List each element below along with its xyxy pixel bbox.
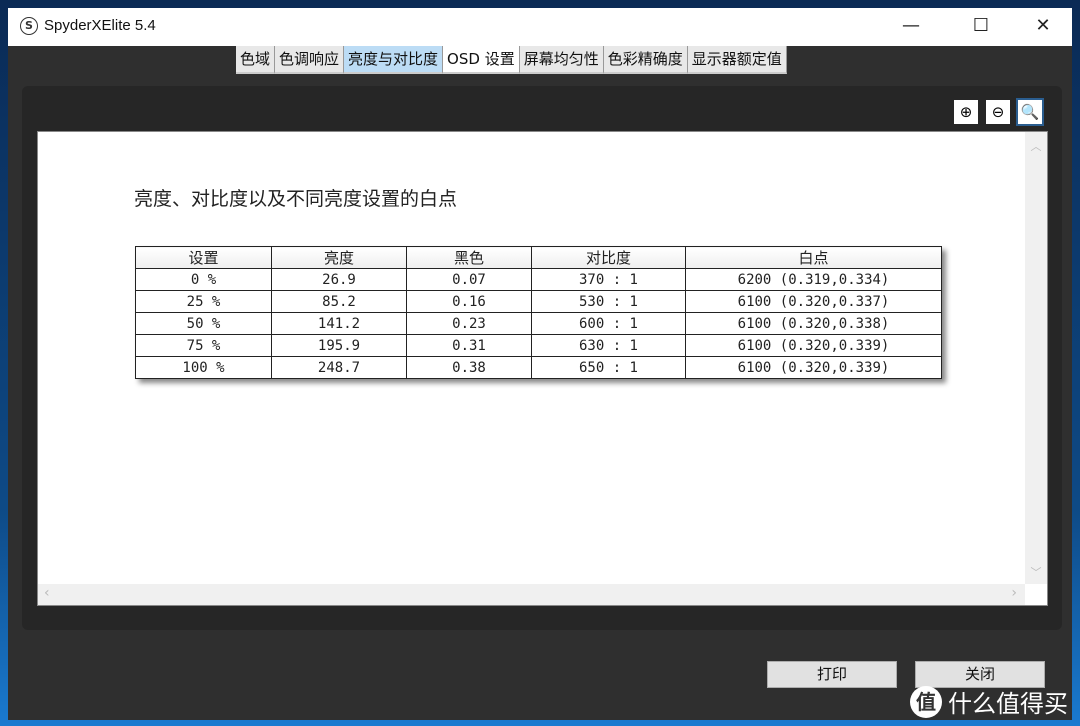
tab-color-accuracy[interactable]: 色彩精确度 (603, 46, 688, 74)
report-view: 亮度、对比度以及不同亮度设置的白点 设置 亮度 黑色 对比度 白点 0 % 26.… (37, 131, 1048, 606)
zoom-out-icon[interactable]: ⊖ (986, 100, 1010, 124)
table-cell: 26.9 (271, 268, 407, 291)
table-cell: 25 % (135, 290, 272, 313)
tab-bar: 色域 色调响应 亮度与对比度 OSD 设置 屏幕均匀性 色彩精确度 显示器额定值 (236, 46, 787, 74)
title-bar: S SpyderXElite 5.4 — ☐ ✕ (8, 8, 1072, 46)
header-white-point: 白点 (685, 246, 942, 269)
app-window: S SpyderXElite 5.4 — ☐ ✕ 色域 色调响应 亮度与对比度 … (8, 8, 1072, 720)
table-cell: 0 % (135, 268, 272, 291)
vertical-scrollbar[interactable]: ︿ ﹀ (1025, 132, 1047, 584)
table-cell: 85.2 (271, 290, 407, 313)
table-cell: 141.2 (271, 312, 407, 335)
table-cell: 530 : 1 (531, 290, 686, 313)
maximize-button[interactable]: ☐ (958, 8, 1004, 44)
table-cell: 0.31 (406, 334, 532, 357)
watermark-text: 什么值得买 (948, 690, 1068, 718)
table-cell: 630 : 1 (531, 334, 686, 357)
watermark-logo-icon: 值 (910, 685, 942, 718)
table-cell: 0.16 (406, 290, 532, 313)
table-cell: 600 : 1 (531, 312, 686, 335)
horizontal-scrollbar[interactable]: ‹ › (38, 584, 1025, 605)
table-cell: 0.38 (406, 356, 532, 379)
table-cell: 650 : 1 (531, 356, 686, 379)
header-setting: 设置 (135, 246, 272, 269)
table-cell: 100 % (135, 356, 272, 379)
table-cell: 6100 (0.320,0.337) (685, 290, 942, 313)
tab-brightness-contrast[interactable]: 亮度与对比度 (344, 46, 444, 74)
table-cell: 0.07 (406, 268, 532, 291)
close-window-button[interactable]: ✕ (1020, 8, 1066, 44)
zoom-in-icon[interactable]: ⊕ (954, 100, 978, 124)
table-cell: 50 % (135, 312, 272, 335)
tab-gamut[interactable]: 色域 (236, 46, 276, 74)
table-row: 0 % 26.9 0.07 370 : 1 6200 (0.319,0.334) (135, 268, 942, 291)
header-brightness: 亮度 (271, 246, 407, 269)
spyder-logo-icon: S (20, 17, 38, 35)
print-button[interactable]: 打印 (767, 661, 897, 688)
table-cell: 195.9 (271, 334, 407, 357)
tab-display-rating[interactable]: 显示器额定值 (687, 46, 787, 74)
table-cell: 370 : 1 (531, 268, 686, 291)
table-cell: 6100 (0.320,0.338) (685, 312, 942, 335)
table-cell: 75 % (135, 334, 272, 357)
table-cell: 6100 (0.320,0.339) (685, 356, 942, 379)
table-cell: 6200 (0.319,0.334) (685, 268, 942, 291)
tab-uniformity[interactable]: 屏幕均匀性 (519, 46, 604, 74)
report-title: 亮度、对比度以及不同亮度设置的白点 (134, 188, 458, 210)
tab-osd-settings[interactable]: OSD 设置 (443, 46, 520, 74)
table-cell: 0.23 (406, 312, 532, 335)
table-row: 75 % 195.9 0.31 630 : 1 6100 (0.320,0.339) (135, 334, 942, 357)
table-cell: 248.7 (271, 356, 407, 379)
header-black: 黑色 (406, 246, 532, 269)
table-cell: 6100 (0.320,0.339) (685, 334, 942, 357)
tab-tone-response[interactable]: 色调响应 (275, 46, 345, 74)
header-contrast: 对比度 (531, 246, 686, 269)
watermark: 值 什么值得买 (910, 684, 1068, 719)
window-title: SpyderXElite 5.4 (44, 17, 156, 34)
zoom-fit-icon[interactable]: 🔍 (1016, 98, 1044, 126)
results-table: 设置 亮度 黑色 对比度 白点 0 % 26.9 0.07 370 : 1 6200 (… (135, 246, 942, 379)
minimize-button[interactable]: — (888, 8, 934, 44)
table-row: 50 % 141.2 0.23 600 : 1 6100 (0.320,0.338) (135, 312, 942, 335)
table-row: 25 % 85.2 0.16 530 : 1 6100 (0.320,0.337) (135, 290, 942, 313)
table-row: 100 % 248.7 0.38 650 : 1 6100 (0.320,0.339) (135, 356, 942, 379)
